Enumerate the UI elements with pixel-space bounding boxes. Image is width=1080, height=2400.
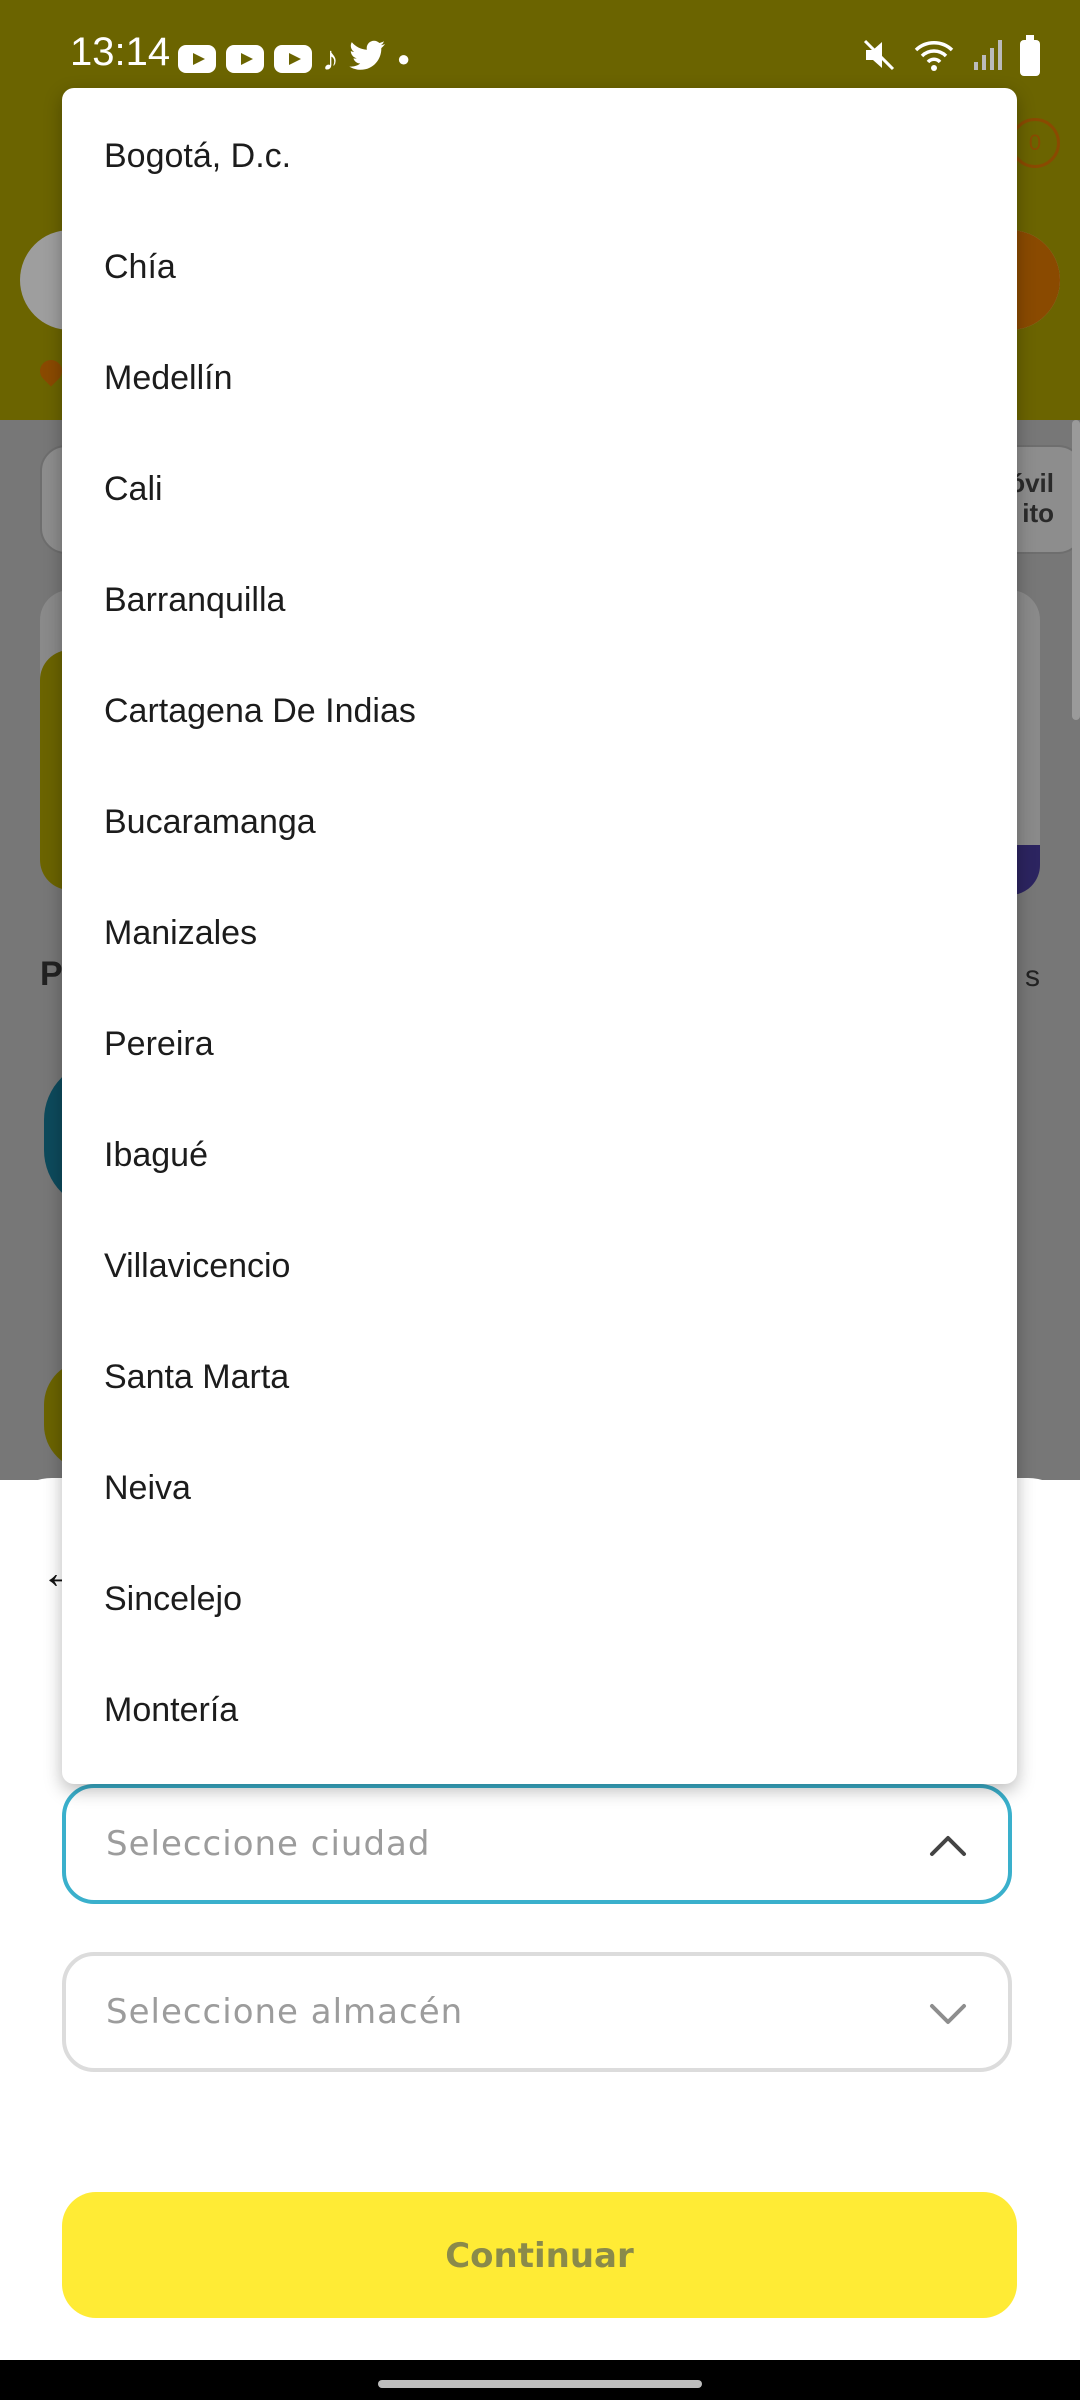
status-time: 13:14	[70, 30, 171, 74]
city-option-label: Barranquilla	[104, 581, 286, 619]
city-option[interactable]: Manizales	[62, 880, 1017, 991]
city-option-label: Neiva	[104, 1469, 191, 1507]
city-option-label: Santa Marta	[104, 1358, 290, 1396]
city-option[interactable]: Chía	[62, 214, 1017, 325]
city-option[interactable]: Cartagena De Indias	[62, 658, 1017, 769]
wifi-icon	[914, 38, 954, 77]
home-gesture-handle[interactable]	[378, 2380, 702, 2388]
system-icons	[862, 34, 1040, 77]
city-option[interactable]: Montería	[62, 1657, 1017, 1768]
city-option[interactable]: Neiva	[62, 1435, 1017, 1546]
city-option[interactable]: Medellín	[62, 325, 1017, 436]
city-select-placeholder: Seleccione ciudad	[106, 1824, 431, 1864]
tiktok-icon: ♪	[322, 39, 339, 78]
city-option[interactable]: Villavicencio	[62, 1213, 1017, 1324]
store-select[interactable]: Seleccione almacén	[62, 1952, 1012, 2072]
city-option-label: Villavicencio	[104, 1247, 291, 1285]
chevron-down-icon	[930, 2004, 966, 2024]
city-option-label: Cali	[104, 470, 163, 508]
app-screen: 13:14 ♪ ● 0 óvil ito P s Seleccione ciud…	[0, 0, 1080, 2360]
twitter-icon	[349, 40, 387, 77]
city-option-label: Bogotá, D.c.	[104, 137, 292, 175]
city-option[interactable]: Bucaramanga	[62, 769, 1017, 880]
scrollbar[interactable]	[1072, 420, 1080, 720]
youtube-icon	[178, 44, 216, 73]
signal-icon	[972, 38, 1002, 77]
city-option-label: Ibagué	[104, 1136, 208, 1174]
city-option-label: Bucaramanga	[104, 803, 316, 841]
city-option[interactable]: Sincelejo	[62, 1546, 1017, 1657]
mute-icon	[862, 38, 896, 77]
cart-badge: 0	[1010, 118, 1060, 168]
city-option[interactable]: Santa Marta	[62, 1324, 1017, 1435]
city-option-label: Cartagena De Indias	[104, 692, 416, 730]
youtube-icon	[274, 44, 312, 73]
battery-icon	[1020, 34, 1040, 76]
city-option[interactable]: Pereira	[62, 991, 1017, 1102]
city-option-label: Montería	[104, 1691, 239, 1729]
city-option-label: Manizales	[104, 914, 258, 952]
continue-button[interactable]: Continuar	[62, 2192, 1017, 2318]
section-heading: P	[40, 955, 63, 993]
continue-button-label: Continuar	[445, 2236, 634, 2276]
city-option[interactable]: Ibagué	[62, 1102, 1017, 1213]
city-option-label: Pereira	[104, 1025, 214, 1063]
city-option[interactable]: Bogotá, D.c.	[62, 103, 1017, 214]
city-select[interactable]: Seleccione ciudad	[62, 1784, 1012, 1904]
city-option-label: Chía	[104, 248, 176, 286]
youtube-icon	[226, 44, 264, 73]
section-link: s	[1025, 960, 1040, 993]
notification-icons: ♪ ●	[178, 40, 410, 77]
city-option-label: Sincelejo	[104, 1580, 242, 1618]
dot-icon: ●	[397, 45, 411, 71]
city-dropdown-menu: Bogotá, D.c. Chía Medellín Cali Barranqu…	[62, 88, 1017, 1784]
store-select-placeholder: Seleccione almacén	[106, 1992, 464, 2032]
chevron-up-icon	[930, 1836, 966, 1856]
city-option-label: Medellín	[104, 359, 233, 397]
city-option[interactable]: Cali	[62, 436, 1017, 547]
city-option[interactable]: Barranquilla	[62, 547, 1017, 658]
